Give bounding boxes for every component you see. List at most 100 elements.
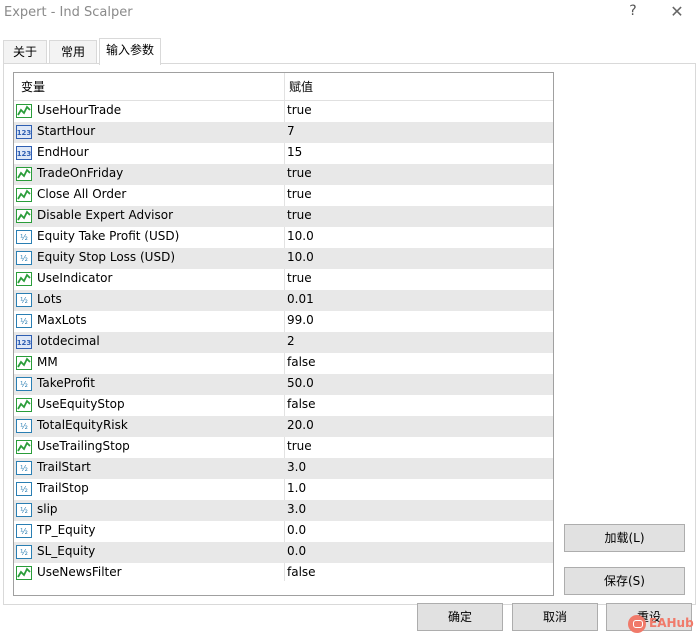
load-button[interactable]: 加载(L): [564, 524, 685, 552]
param-value[interactable]: 3.0: [287, 502, 306, 516]
table-row[interactable]: 123 EndHour 15: [14, 143, 553, 164]
param-value[interactable]: true: [287, 166, 312, 180]
param-value[interactable]: 0.0: [287, 544, 306, 558]
param-value[interactable]: 0.0: [287, 523, 306, 537]
cancel-button[interactable]: 取消: [512, 603, 598, 631]
double-icon: ½: [16, 419, 32, 433]
bool-icon: [16, 167, 32, 181]
param-name: TakeProfit: [37, 376, 95, 390]
int-icon: 123: [16, 125, 32, 139]
watermark-icon: [628, 615, 646, 633]
table-row[interactable]: ½ Equity Take Profit (USD) 10.0: [14, 227, 553, 248]
tab-bar: 关于 常用 输入参数: [0, 38, 700, 65]
param-name: UseEquityStop: [37, 397, 125, 411]
param-value[interactable]: 0.01: [287, 292, 314, 306]
param-name: lotdecimal: [37, 334, 100, 348]
table-row[interactable]: ½ Lots 0.01: [14, 290, 553, 311]
svg-text:½: ½: [20, 422, 28, 431]
tab-inputs[interactable]: 输入参数: [99, 38, 161, 65]
param-name: TrailStop: [37, 481, 89, 495]
param-value[interactable]: 1.0: [287, 481, 306, 495]
table-row[interactable]: ½ TotalEquityRisk 20.0: [14, 416, 553, 437]
param-name: TradeOnFriday: [37, 166, 124, 180]
param-value[interactable]: 10.0: [287, 229, 314, 243]
param-value[interactable]: true: [287, 187, 312, 201]
window-title: Expert - Ind Scalper: [4, 5, 133, 20]
param-value[interactable]: 10.0: [287, 250, 314, 264]
param-value[interactable]: false: [287, 397, 316, 411]
int-icon: 123: [16, 146, 32, 160]
svg-text:123: 123: [17, 150, 32, 158]
param-name: SL_Equity: [37, 544, 96, 558]
table-row[interactable]: ½ TrailStop 1.0: [14, 479, 553, 500]
double-icon: ½: [16, 503, 32, 517]
table-row[interactable]: ½ slip 3.0: [14, 500, 553, 521]
param-value[interactable]: true: [287, 208, 312, 222]
param-name: Disable Expert Advisor: [37, 208, 174, 222]
help-button[interactable]: ?: [622, 3, 644, 23]
bool-icon: [16, 209, 32, 223]
table-row[interactable]: MM false: [14, 353, 553, 374]
tab-common[interactable]: 常用: [49, 40, 97, 64]
double-icon: ½: [16, 230, 32, 244]
table-row[interactable]: ½ TP_Equity 0.0: [14, 521, 553, 542]
param-value[interactable]: 50.0: [287, 376, 314, 390]
header-value[interactable]: 赋值: [289, 78, 313, 95]
table-row[interactable]: Close All Order true: [14, 185, 553, 206]
svg-text:½: ½: [20, 485, 28, 494]
table-row[interactable]: 123 lotdecimal 2: [14, 332, 553, 353]
param-name: Close All Order: [37, 187, 127, 201]
param-name: StartHour: [37, 124, 96, 138]
param-value[interactable]: 3.0: [287, 460, 306, 474]
close-button[interactable]: ✕: [666, 2, 688, 24]
table-row[interactable]: UseTrailingStop true: [14, 437, 553, 458]
double-icon: ½: [16, 377, 32, 391]
param-name: MM: [37, 355, 58, 369]
table-header: 变量 赋值: [14, 73, 553, 101]
header-variable[interactable]: 变量: [21, 78, 45, 95]
table-row[interactable]: ½ MaxLots 99.0: [14, 311, 553, 332]
table-row[interactable]: ½ TakeProfit 50.0: [14, 374, 553, 395]
param-value[interactable]: true: [287, 439, 312, 453]
table-row[interactable]: 123 StartHour 7: [14, 122, 553, 143]
ok-button[interactable]: 确定: [417, 603, 503, 631]
svg-text:½: ½: [20, 233, 28, 242]
param-value[interactable]: false: [287, 355, 316, 369]
svg-text:½: ½: [20, 254, 28, 263]
param-value[interactable]: true: [287, 271, 312, 285]
table-row[interactable]: ½ SL_Equity 0.0: [14, 542, 553, 563]
table-row[interactable]: UseIndicator true: [14, 269, 553, 290]
param-name: TP_Equity: [37, 523, 96, 537]
table-row[interactable]: TradeOnFriday true: [14, 164, 553, 185]
param-value[interactable]: 20.0: [287, 418, 314, 432]
table-row[interactable]: UseHourTrade true: [14, 101, 553, 122]
param-name: UseIndicator: [37, 271, 113, 285]
bool-icon: [16, 356, 32, 370]
svg-text:½: ½: [20, 506, 28, 515]
param-value[interactable]: 15: [287, 145, 302, 159]
double-icon: ½: [16, 251, 32, 265]
param-value[interactable]: true: [287, 103, 312, 117]
svg-text:½: ½: [20, 548, 28, 557]
table-row[interactable]: ½ Equity Stop Loss (USD) 10.0: [14, 248, 553, 269]
param-value[interactable]: 2: [287, 334, 295, 348]
double-icon: ½: [16, 545, 32, 559]
table-body: UseHourTrade true 123 StartHour 7 123 EndHour 1…: [14, 101, 553, 584]
param-name: Equity Take Profit (USD): [37, 229, 180, 243]
svg-text:123: 123: [17, 129, 32, 137]
param-name: MaxLots: [37, 313, 87, 327]
param-value[interactable]: 99.0: [287, 313, 314, 327]
param-name: EndHour: [37, 145, 89, 159]
double-icon: ½: [16, 524, 32, 538]
table-row[interactable]: UseEquityStop false: [14, 395, 553, 416]
table-row[interactable]: ½ TrailStart 3.0: [14, 458, 553, 479]
param-value[interactable]: false: [287, 565, 316, 579]
param-value[interactable]: 7: [287, 124, 295, 138]
save-button[interactable]: 保存(S): [564, 567, 685, 595]
param-name: TrailStart: [37, 460, 91, 474]
table-row[interactable]: UseNewsFilter false: [14, 563, 553, 584]
tab-about[interactable]: 关于: [3, 40, 47, 64]
double-icon: ½: [16, 461, 32, 475]
bool-icon: [16, 398, 32, 412]
table-row[interactable]: Disable Expert Advisor true: [14, 206, 553, 227]
